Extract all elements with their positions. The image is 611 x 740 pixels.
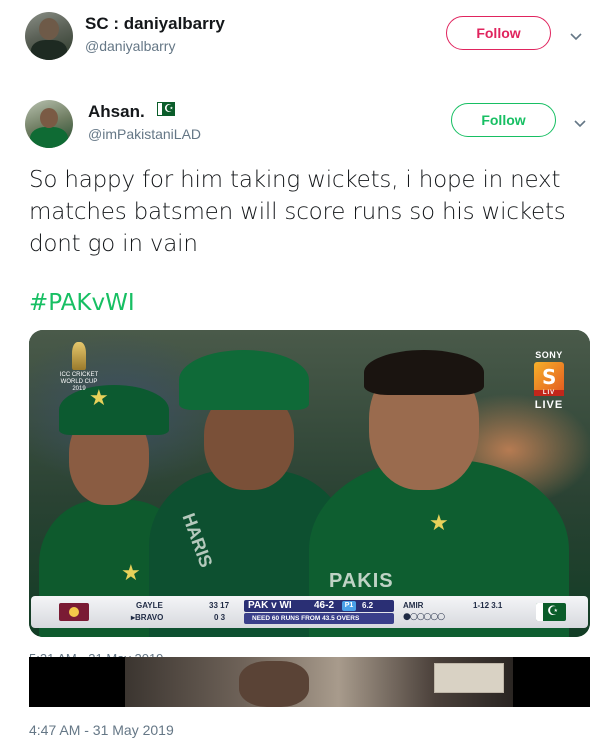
chevron-down-icon[interactable] xyxy=(566,26,586,46)
batsman-2-name: ▸BRAVO xyxy=(131,613,164,622)
powerplay-badge: P1 xyxy=(342,601,356,611)
tweet-text: So happy for him taking wickets, i hope … xyxy=(29,167,566,257)
video-window xyxy=(434,663,504,693)
pakistan-flag-icon xyxy=(536,603,566,621)
team-score: 46-2 xyxy=(314,600,335,611)
player-right-hair xyxy=(364,350,484,395)
chevron-down-icon[interactable] xyxy=(570,113,590,133)
target-info: NEED 60 RUNS FROM 43.5 OVERS xyxy=(244,613,394,624)
scorebar: GAYLE ▸BRAVO 33 17 0 3 PAK v WI 46-2 P1 … xyxy=(31,596,588,628)
retweeter-header: SC : daniyalbarry @daniyalbarry Follow xyxy=(0,0,611,80)
teams-label: PAK v WI xyxy=(248,600,292,611)
over-balls: ●○○○○○ xyxy=(403,612,445,622)
batsman-1-name: GAYLE xyxy=(136,601,163,610)
follow-button-author[interactable]: Follow xyxy=(451,103,556,137)
batsman-1-score: 33 17 xyxy=(209,601,230,610)
author-handle[interactable]: @imPakistaniLAD xyxy=(88,126,201,142)
hashtag-link[interactable]: #PAKvWI xyxy=(29,290,135,316)
world-cup-logo: ICC CRICKET WORLD CUP 2019 xyxy=(59,342,99,402)
tweet-timestamp[interactable]: 4:47 AM - 31 May 2019 xyxy=(29,722,174,738)
broadcaster-brand: SONY xyxy=(535,350,563,360)
star-icon: ★ xyxy=(429,510,449,535)
broadcaster-sub: LIV xyxy=(534,390,564,396)
retweeter-avatar[interactable] xyxy=(25,12,73,60)
author-name[interactable]: Ahsan. xyxy=(88,102,145,122)
star-icon: ★ xyxy=(121,560,141,585)
bowler-name: AMIR xyxy=(403,601,424,610)
sony-liv-icon: LIV xyxy=(534,362,564,396)
bowler-figures: 1-12 3.1 xyxy=(473,601,503,610)
retweeter-handle[interactable]: @daniyalbarry xyxy=(85,38,175,54)
trophy-icon xyxy=(72,342,86,370)
broadcaster-logo: SONY LIV LIVE xyxy=(530,350,568,411)
overs-count: 6.2 xyxy=(362,601,374,610)
score-center: PAK v WI 46-2 P1 6.2 NEED 60 RUNS FROM 4… xyxy=(244,600,394,624)
author-avatar[interactable] xyxy=(25,100,73,148)
tweet-media-image[interactable]: PAKIS HARIS ★ ★ ★ ICC CRICKET WORLD CUP … xyxy=(29,330,590,637)
live-label: LIVE xyxy=(534,399,564,411)
retweeter-name[interactable]: SC : daniyalbarry xyxy=(85,14,225,34)
shirt-lettering: PAKIS xyxy=(329,570,394,592)
pakistan-flag-icon: ☪ xyxy=(157,102,175,116)
team-score-box: PAK v WI 46-2 P1 6.2 xyxy=(244,600,394,612)
batsman-2-score: 0 3 xyxy=(214,613,226,622)
world-cup-logo-text: ICC CRICKET WORLD CUP 2019 xyxy=(59,372,99,392)
player-center-cap xyxy=(179,350,309,410)
follow-button-retweeter[interactable]: Follow xyxy=(446,16,551,50)
embedded-video-thumbnail[interactable] xyxy=(29,657,590,707)
west-indies-flag-icon xyxy=(59,603,89,621)
video-subject xyxy=(239,661,309,707)
